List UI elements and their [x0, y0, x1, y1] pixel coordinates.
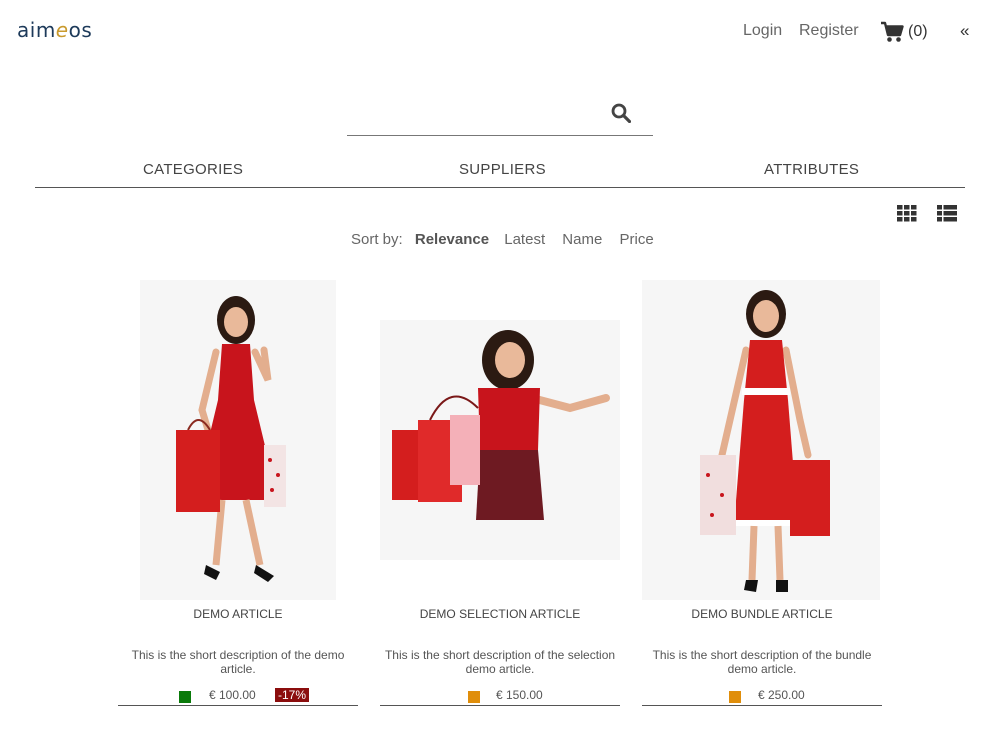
sort-label: Sort by:: [351, 231, 403, 248]
filter-tabs: CATEGORIES SUPPLIERS ATTRIBUTES: [35, 155, 965, 188]
logo-text-suffix: os: [68, 18, 93, 42]
product-price: € 150.00: [496, 688, 543, 702]
product-card[interactable]: DEMO SELECTION ARTICLE This is the short…: [380, 280, 620, 710]
product-price-row: € 100.00 -17%: [118, 688, 358, 706]
shopping-cart-icon: [881, 21, 904, 42]
login-link[interactable]: Login: [743, 22, 782, 40]
product-price-row: € 150.00: [380, 688, 620, 706]
product-price-row: € 250.00: [642, 688, 882, 706]
rebate-badge: -17%: [275, 688, 310, 702]
list-view-icon[interactable]: [937, 205, 957, 227]
search-icon: [611, 103, 632, 124]
sort-latest[interactable]: Latest: [504, 231, 545, 248]
stock-level-badge: [729, 691, 741, 703]
product-image[interactable]: [118, 280, 358, 600]
product-description: This is the short description of the bun…: [652, 648, 872, 676]
site-logo[interactable]: aimeos: [17, 18, 92, 42]
product-price: € 250.00: [758, 688, 805, 702]
search-button[interactable]: [611, 103, 632, 128]
logo-text-prefix: aim: [17, 18, 56, 42]
product-image[interactable]: [380, 280, 620, 600]
mini-basket[interactable]: (0): [880, 21, 928, 43]
register-link[interactable]: Register: [799, 22, 859, 40]
sort-name[interactable]: Name: [562, 231, 602, 248]
search-form: [347, 95, 653, 136]
product-price: € 100.00: [209, 688, 256, 702]
cart-count: (0): [908, 23, 928, 40]
collapse-toggle-button[interactable]: «: [960, 21, 969, 41]
sort-relevance[interactable]: Relevance: [415, 231, 489, 248]
product-name[interactable]: DEMO BUNDLE ARTICLE: [642, 607, 882, 621]
product-card[interactable]: DEMO BUNDLE ARTICLE This is the short de…: [642, 280, 882, 710]
tab-categories[interactable]: CATEGORIES: [143, 161, 243, 178]
product-description: This is the short description of the dem…: [131, 648, 345, 676]
sort-bar: Sort by: Relevance Latest Name Price: [351, 231, 654, 248]
stock-level-badge: [179, 691, 191, 703]
product-name[interactable]: DEMO SELECTION ARTICLE: [380, 607, 620, 621]
product-name[interactable]: DEMO ARTICLE: [118, 607, 358, 621]
grid-view-icon[interactable]: [897, 205, 917, 227]
product-image[interactable]: [642, 280, 882, 600]
logo-text-e: e: [55, 18, 69, 42]
tab-attributes[interactable]: ATTRIBUTES: [764, 161, 859, 178]
search-input[interactable]: [347, 99, 601, 131]
stock-level-badge: [468, 691, 480, 703]
tab-suppliers[interactable]: SUPPLIERS: [459, 161, 546, 178]
product-description: This is the short description of the sel…: [384, 648, 616, 676]
sort-price[interactable]: Price: [619, 231, 653, 248]
product-card[interactable]: DEMO ARTICLE This is the short descripti…: [118, 280, 358, 710]
